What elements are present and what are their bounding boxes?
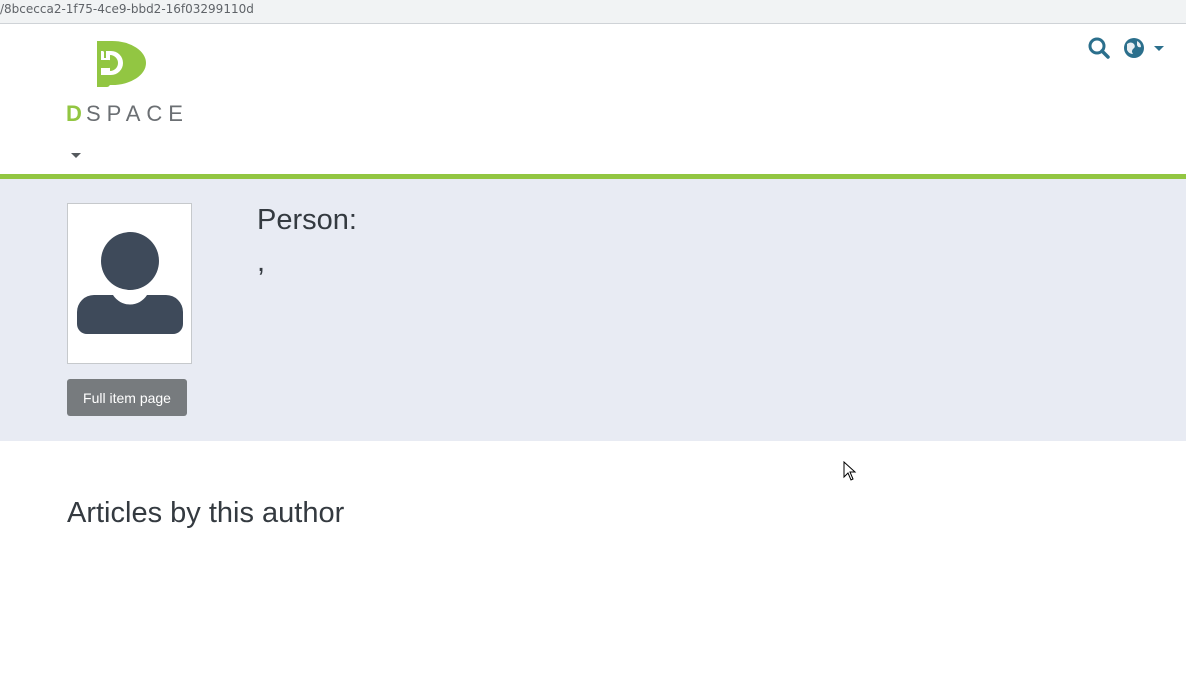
nav-toggle-caret-icon[interactable] [69, 147, 83, 158]
logo-letter-d: D [66, 101, 82, 125]
full-item-page-button[interactable]: Full item page [67, 379, 187, 416]
user-placeholder-icon [77, 232, 183, 334]
search-icon[interactable] [1087, 36, 1111, 60]
url-text: /8bcecca2-1f75-4ce9-bbd2-16f03299110d [0, 2, 254, 16]
svg-text:SPACE: SPACE [86, 101, 184, 125]
dspace-logo[interactable]: D SPACE [66, 40, 184, 126]
site-header: D SPACE [0, 27, 1186, 174]
browser-url-bar[interactable]: /8bcecca2-1f75-4ce9-bbd2-16f03299110d [0, 0, 1186, 24]
language-menu-button[interactable] [1122, 36, 1168, 60]
person-thumbnail [67, 203, 192, 364]
mouse-cursor-icon [843, 460, 857, 482]
person-banner: Full item page Person: , [0, 179, 1186, 441]
entity-type-label: Person: [257, 204, 357, 236]
articles-section-title: Articles by this author [67, 497, 345, 529]
globe-icon [1124, 38, 1164, 58]
person-name: , [257, 246, 266, 278]
dspace-logo-mark: D SPACE [66, 41, 184, 126]
